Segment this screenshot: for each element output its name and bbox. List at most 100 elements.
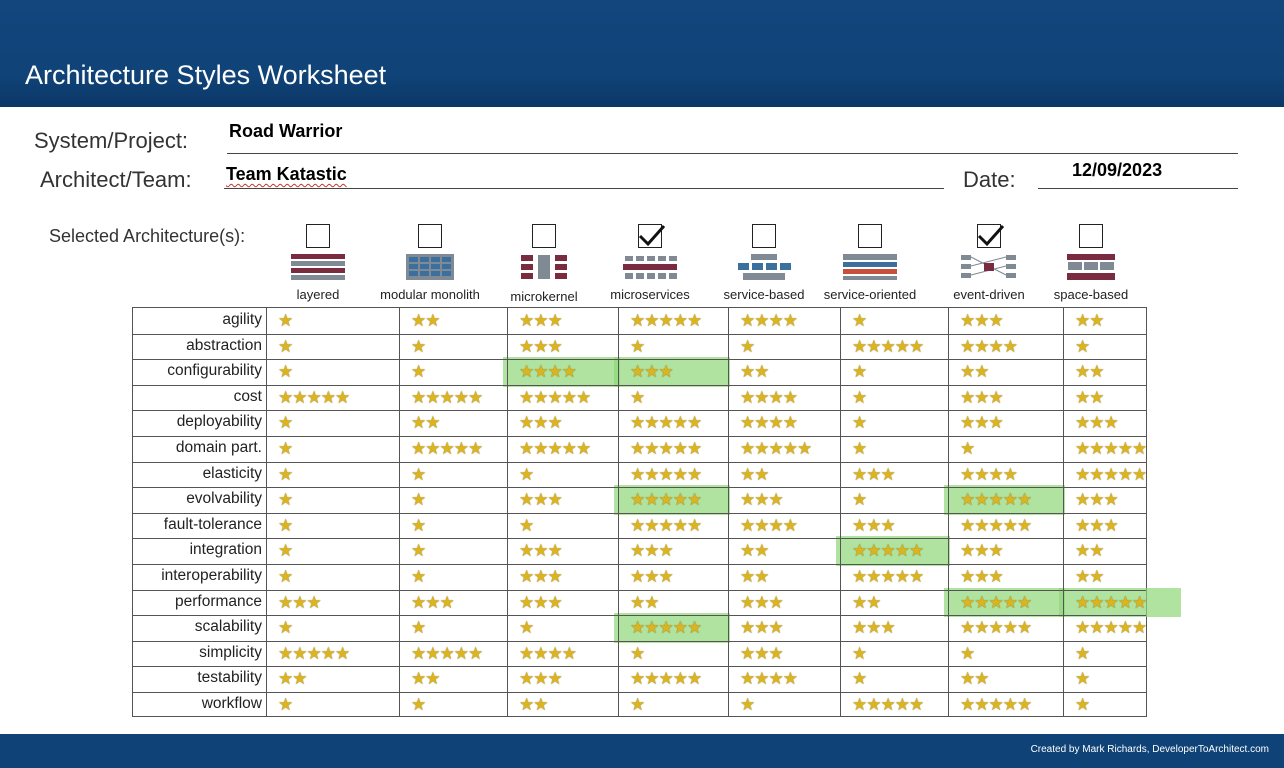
star-icon: ★: [754, 413, 769, 433]
characteristic-label: interoperability: [161, 567, 262, 584]
star-icon: ★: [658, 541, 674, 561]
star-icon: ★: [880, 336, 896, 356]
star-rating: ★★★: [519, 334, 563, 360]
checkmark-icon: [977, 225, 1005, 247]
star-rating: ★★★★: [740, 385, 798, 411]
star-icon: ★: [533, 567, 548, 586]
star-icon: ★: [852, 643, 867, 663]
star-rating: ★★: [1075, 359, 1105, 385]
checkbox-modular-monolith[interactable]: [418, 224, 442, 248]
checkbox-layered[interactable]: [306, 224, 330, 248]
star-icon: ★: [754, 618, 769, 638]
star-rating: ★★★: [630, 359, 674, 385]
star-rating: ★: [278, 334, 293, 360]
star-icon: ★: [547, 592, 563, 612]
star-icon: ★: [292, 643, 307, 663]
star-icon: ★: [335, 387, 350, 407]
star-icon: ★: [411, 490, 426, 510]
star-icon: ★: [880, 464, 896, 484]
star-icon: ★: [411, 541, 426, 561]
star-icon: ★: [1089, 618, 1104, 638]
star-rating: ★★: [411, 308, 441, 334]
star-icon: ★: [768, 439, 784, 458]
star-rating: ★★★★: [740, 308, 798, 334]
star-icon: ★: [439, 439, 455, 458]
star-icon: ★: [561, 362, 577, 382]
star-icon: ★: [740, 643, 755, 663]
star-icon: ★: [547, 387, 563, 407]
star-icon: ★: [292, 387, 307, 407]
star-rating: ★★★: [1075, 487, 1119, 513]
service-oriented-diagram-icon: [843, 254, 897, 280]
date-value[interactable]: 12/09/2023: [1072, 160, 1162, 181]
star-icon: ★: [754, 311, 769, 330]
modular-monolith-diagram-icon: [406, 254, 454, 280]
star-icon: ★: [519, 592, 534, 612]
star-icon: ★: [439, 387, 455, 407]
star-rating: ★★: [1075, 538, 1105, 564]
star-icon: ★: [644, 541, 659, 561]
star-rating: ★★★★★: [1075, 590, 1147, 616]
star-icon: ★: [658, 490, 674, 510]
architect-value[interactable]: Team Katastic: [226, 164, 347, 185]
star-rating: ★★★★: [960, 334, 1018, 360]
checkbox-microservices[interactable]: [638, 224, 666, 248]
star-rating: ★★★: [740, 590, 784, 616]
style-name-microkernel: microkernel: [510, 289, 578, 304]
star-icon: ★: [1075, 336, 1090, 356]
star-rating: ★★★★★: [960, 487, 1032, 513]
star-icon: ★: [974, 464, 989, 484]
star-icon: ★: [768, 387, 784, 407]
star-icon: ★: [909, 336, 924, 356]
star-icon: ★: [658, 413, 674, 433]
star-rating: ★: [740, 334, 755, 360]
star-rating: ★★★★★: [960, 615, 1032, 641]
checkbox-service-oriented[interactable]: [858, 224, 882, 248]
star-rating: ★★★: [519, 590, 563, 616]
star-icon: ★: [1075, 643, 1090, 663]
star-icon: ★: [411, 311, 426, 330]
star-icon: ★: [768, 592, 784, 612]
checkbox-microkernel[interactable]: [532, 224, 556, 248]
star-icon: ★: [1075, 695, 1090, 714]
star-icon: ★: [1002, 695, 1018, 714]
checkbox-event-driven[interactable]: [977, 224, 1005, 248]
star-icon: ★: [754, 592, 769, 612]
star-rating: ★★★: [278, 590, 322, 616]
star-rating: ★: [411, 334, 426, 360]
star-icon: ★: [852, 362, 867, 382]
star-icon: ★: [988, 387, 1004, 407]
star-rating: ★: [1075, 666, 1090, 692]
star-rating: ★★★★★: [1075, 436, 1147, 462]
star-icon: ★: [740, 567, 755, 586]
star-icon: ★: [519, 311, 534, 330]
star-rating: ★: [278, 615, 293, 641]
checkbox-space-based[interactable]: [1079, 224, 1103, 248]
star-icon: ★: [909, 695, 924, 714]
star-rating: ★★★: [740, 615, 784, 641]
checkbox-service-based[interactable]: [752, 224, 776, 248]
characteristic-label: cost: [233, 387, 262, 405]
star-icon: ★: [658, 567, 674, 586]
star-icon: ★: [740, 464, 755, 484]
star-icon: ★: [278, 695, 293, 714]
star-rating: ★★: [740, 462, 770, 488]
star-rating: ★: [630, 692, 645, 718]
star-icon: ★: [278, 643, 293, 663]
star-rating: ★★: [740, 538, 770, 564]
star-icon: ★: [278, 567, 293, 586]
star-icon: ★: [644, 439, 659, 458]
star-icon: ★: [644, 311, 659, 330]
style-name-service-oriented: service-oriented: [823, 287, 917, 302]
star-icon: ★: [974, 695, 989, 714]
star-rating: ★: [852, 410, 867, 436]
star-icon: ★: [547, 439, 563, 458]
star-rating: ★★★: [960, 385, 1004, 411]
star-icon: ★: [974, 490, 989, 510]
star-icon: ★: [519, 439, 534, 458]
footer-credit: Created by Mark Richards, DeveloperToArc…: [1030, 744, 1269, 755]
star-icon: ★: [909, 567, 924, 586]
star-icon: ★: [547, 413, 563, 433]
project-value[interactable]: Road Warrior: [229, 121, 342, 142]
star-rating: ★: [278, 436, 293, 462]
